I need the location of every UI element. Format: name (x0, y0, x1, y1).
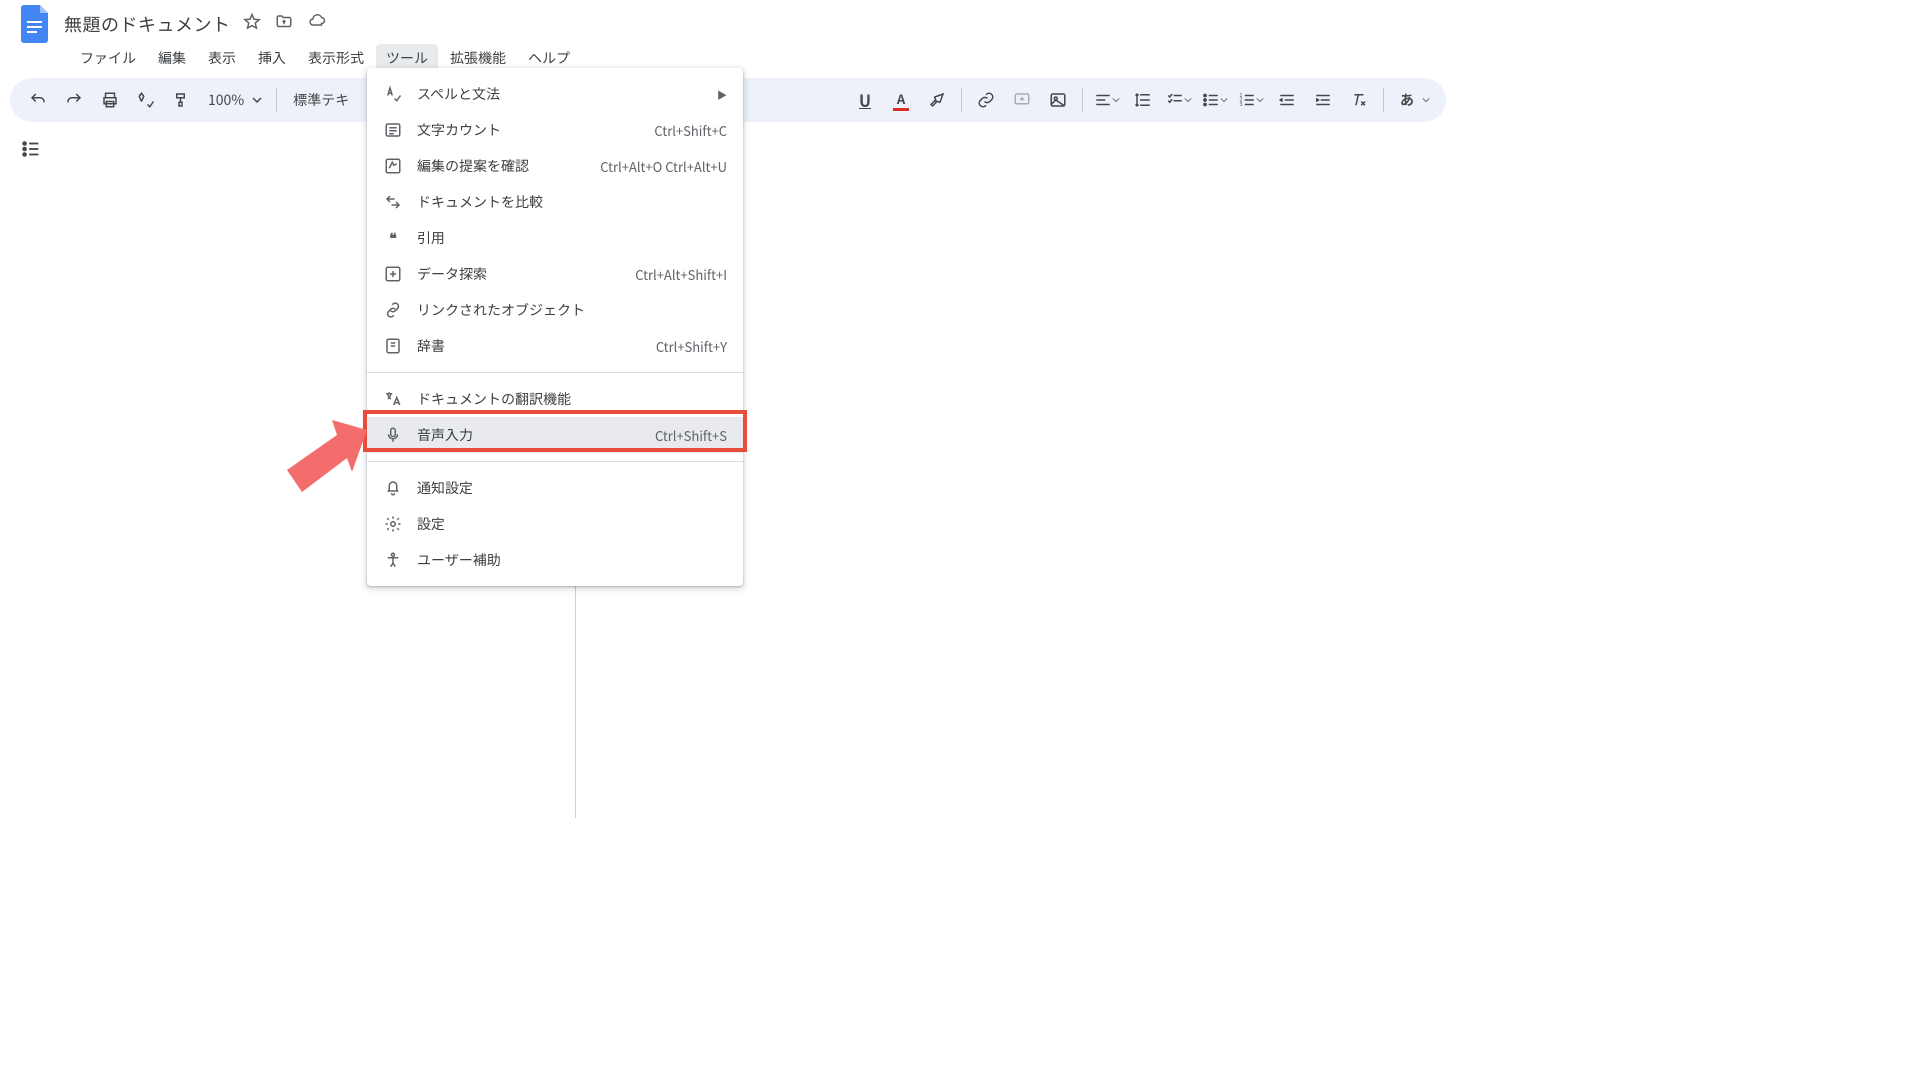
spelling-icon (383, 84, 403, 104)
zoom-select[interactable]: 100% (202, 90, 268, 110)
align-button[interactable] (1091, 84, 1123, 116)
toolbar-separator (1082, 88, 1083, 112)
microphone-icon (383, 425, 403, 445)
menu-translate[interactable]: ドキュメントの翻訳機能 (367, 381, 743, 417)
menu-notification-settings[interactable]: 通知設定 (367, 470, 743, 506)
document-title[interactable]: 無題のドキュメント (64, 11, 231, 37)
numbered-list-button[interactable]: 123 (1235, 84, 1267, 116)
submenu-arrow-icon: ▶ (717, 87, 727, 102)
title-actions (243, 12, 327, 36)
menu-citations[interactable]: ❝ 引用 (367, 220, 743, 256)
menu-compare-documents[interactable]: ドキュメントを比較 (367, 184, 743, 220)
text-color-button[interactable]: A (885, 84, 917, 116)
menu-explore[interactable]: データ探索 Ctrl+Alt+Shift+I (367, 256, 743, 292)
highlight-color-button[interactable] (921, 84, 953, 116)
bell-icon (383, 478, 403, 498)
linked-icon (383, 300, 403, 320)
insert-comment-button[interactable] (1006, 84, 1038, 116)
translate-icon (383, 389, 403, 409)
star-icon[interactable] (243, 12, 261, 36)
toolbar-separator (276, 88, 277, 112)
explore-icon (383, 264, 403, 284)
menu-dictionary[interactable]: 辞書 Ctrl+Shift+Y (367, 328, 743, 364)
menu-view[interactable]: 表示 (198, 44, 246, 72)
cloud-status-icon[interactable] (307, 12, 327, 36)
menu-accessibility[interactable]: ユーザー補助 (367, 542, 743, 578)
menu-format[interactable]: 表示形式 (298, 44, 374, 72)
checklist-button[interactable] (1163, 84, 1195, 116)
toolbar-separator (1383, 88, 1384, 112)
bulleted-list-button[interactable] (1199, 84, 1231, 116)
menu-preferences[interactable]: 設定 (367, 506, 743, 542)
redo-button[interactable] (58, 84, 90, 116)
paragraph-style-select[interactable]: 標準テキ (285, 90, 357, 110)
clear-formatting-button[interactable] (1343, 84, 1375, 116)
quote-icon: ❝ (383, 228, 403, 248)
increase-indent-button[interactable] (1307, 84, 1339, 116)
tools-dropdown: スペルと文法 ▶ 文字カウント Ctrl+Shift+C 編集の提案を確認 Ct… (367, 68, 743, 586)
decrease-indent-button[interactable] (1271, 84, 1303, 116)
menu-word-count[interactable]: 文字カウント Ctrl+Shift+C (367, 112, 743, 148)
menu-spelling-grammar[interactable]: スペルと文法 ▶ (367, 76, 743, 112)
paint-format-button[interactable] (166, 84, 198, 116)
show-outline-button[interactable] (20, 138, 42, 165)
undo-button[interactable] (22, 84, 54, 116)
annotation-arrow (232, 420, 372, 525)
input-method-button[interactable]: あ (1392, 84, 1434, 116)
menu-separator (367, 372, 743, 373)
underline-button[interactable]: U (849, 84, 881, 116)
header: 無題のドキュメント (0, 0, 1456, 40)
docs-icon (21, 5, 51, 43)
review-icon (383, 156, 403, 176)
menu-linked-objects[interactable]: リンクされたオブジェクト (367, 292, 743, 328)
gear-icon (383, 514, 403, 534)
print-button[interactable] (94, 84, 126, 116)
insert-link-button[interactable] (970, 84, 1002, 116)
dictionary-icon (383, 336, 403, 356)
line-spacing-button[interactable] (1127, 84, 1159, 116)
docs-logo[interactable] (16, 4, 56, 44)
spellcheck-button[interactable] (130, 84, 162, 116)
menu-file[interactable]: ファイル (70, 44, 146, 72)
menu-voice-typing[interactable]: 音声入力 Ctrl+Shift+S (367, 417, 743, 453)
menu-separator (367, 461, 743, 462)
menu-review-suggestions[interactable]: 編集の提案を確認 Ctrl+Alt+O Ctrl+Alt+U (367, 148, 743, 184)
toolbar-separator (961, 88, 962, 112)
compare-icon (383, 192, 403, 212)
word-count-icon (383, 120, 403, 140)
accessibility-icon (383, 550, 403, 570)
insert-image-button[interactable] (1042, 84, 1074, 116)
menu-edit[interactable]: 編集 (148, 44, 196, 72)
svg-text:3: 3 (1240, 100, 1243, 108)
move-icon[interactable] (275, 12, 293, 36)
menu-insert[interactable]: 挿入 (248, 44, 296, 72)
